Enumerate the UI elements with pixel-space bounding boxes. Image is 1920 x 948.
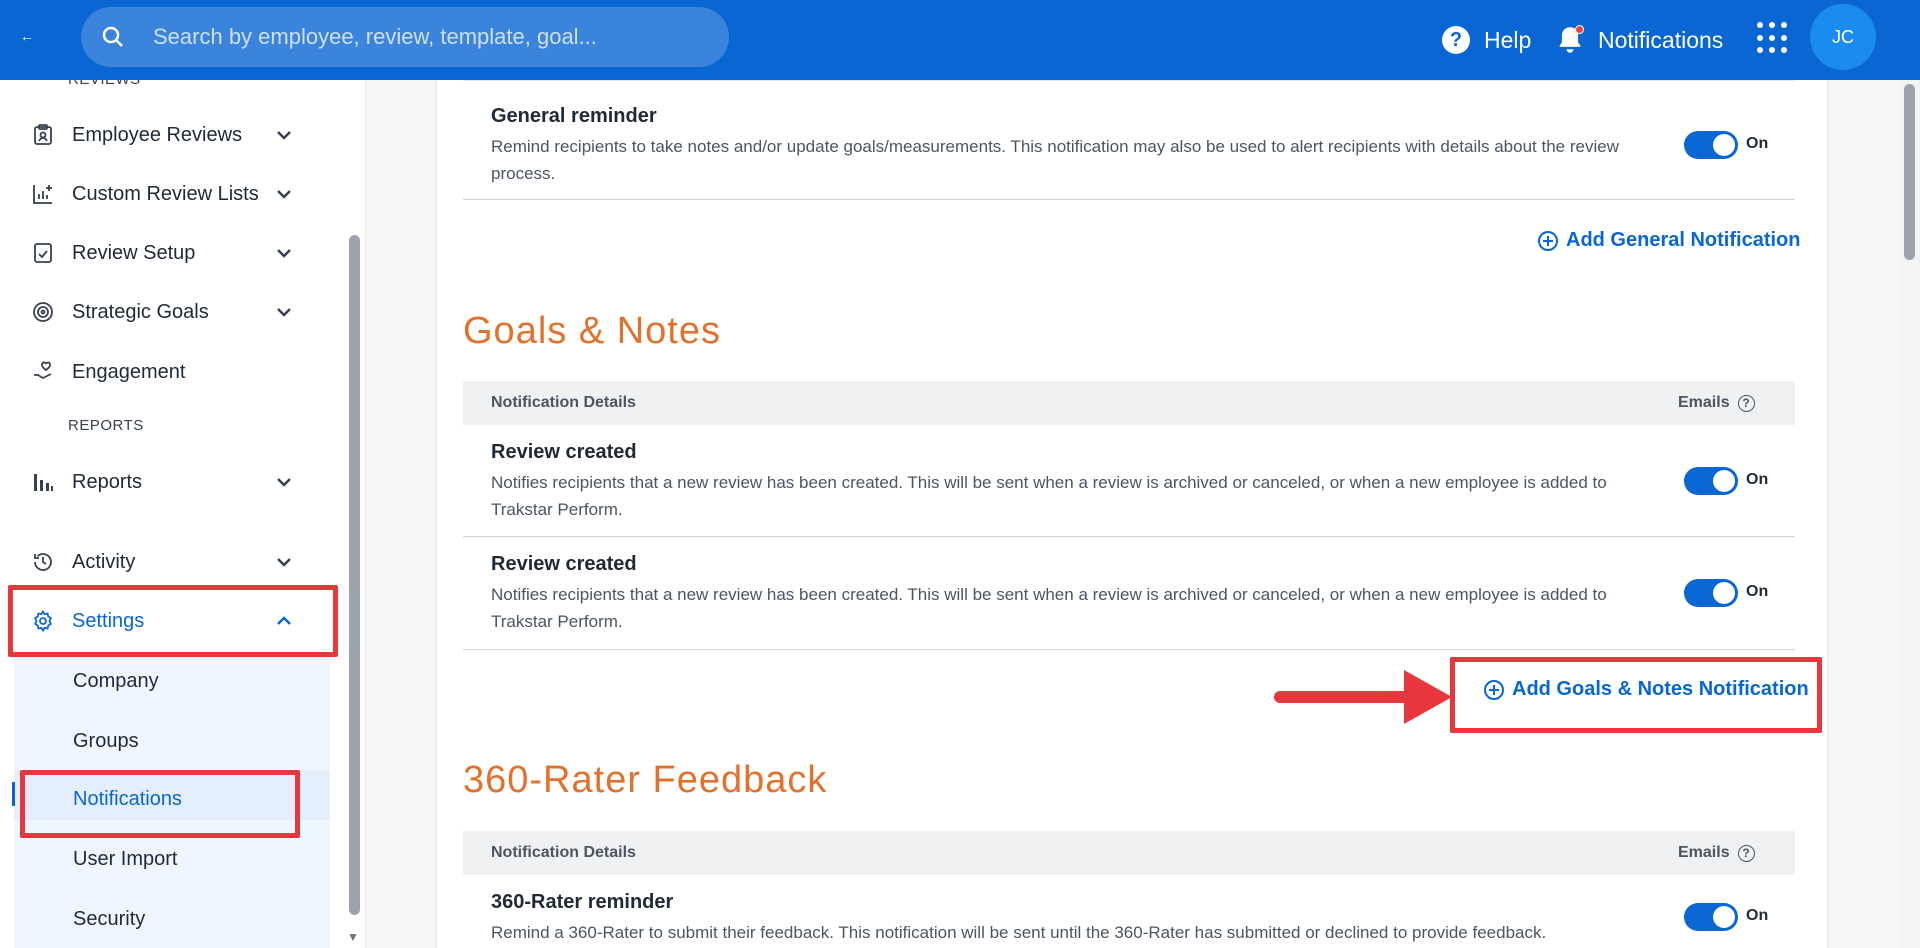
column-header-details: Notification Details	[491, 394, 636, 411]
sidebar-item-label: Reports	[72, 470, 143, 493]
history-icon	[30, 549, 56, 575]
chevron-down-icon[interactable]	[274, 125, 294, 145]
sidebar-subitem-company[interactable]: Company	[73, 670, 159, 693]
notification-toggle[interactable]	[1684, 131, 1738, 159]
scroll-down-arrow-icon[interactable]: ▼	[347, 930, 359, 944]
clipboard-user-icon	[30, 122, 56, 148]
annotation-highlight-add-goals-notes	[1450, 657, 1822, 733]
notification-description: Remind recipients to take notes and/or u…	[491, 137, 1619, 183]
plus-circle-icon	[1538, 230, 1558, 251]
chevron-down-icon[interactable]	[274, 552, 294, 572]
notification-title: Review created	[491, 553, 637, 575]
search-box[interactable]	[81, 7, 729, 67]
top-bar: ← ? Help Notifications JC	[0, 0, 1920, 80]
notification-description: Notifies recipients that a new review ha…	[491, 585, 1607, 631]
sidebar-item-review-setup[interactable]: Review Setup	[30, 231, 310, 275]
search-icon	[102, 26, 123, 47]
sidebar-scrollbar[interactable]	[349, 235, 360, 915]
notification-toggle[interactable]	[1684, 467, 1738, 495]
target-icon	[30, 299, 56, 325]
page-scrollbar[interactable]	[1900, 80, 1920, 948]
add-link-label: Add General Notification	[1566, 229, 1801, 251]
scrollbar-thumb[interactable]	[1904, 84, 1915, 260]
sidebar-item-reports[interactable]: Reports	[30, 460, 310, 504]
sidebar-item-label: Employee Reviews	[72, 123, 243, 146]
table-header-360-rater: Notification Details Emails ?	[463, 831, 1795, 875]
annotation-arrow	[1274, 691, 1424, 703]
annotation-arrow-head	[1404, 670, 1452, 724]
notifications-button[interactable]: Notifications	[1556, 20, 1723, 60]
notification-row-review-created: Review created Notifies recipients that …	[463, 425, 1795, 537]
section-title-360-rater: 360-Rater Feedback	[463, 759, 828, 801]
bell-icon	[1556, 25, 1584, 55]
annotation-highlight-notifications	[20, 770, 300, 838]
avatar[interactable]: JC	[1810, 4, 1876, 70]
sidebar-item-custom-review-lists[interactable]: Custom Review Lists	[30, 172, 310, 216]
toggle-state-label: On	[1746, 471, 1769, 488]
help-button[interactable]: ? Help	[1442, 20, 1531, 60]
submenu-active-indicator	[12, 782, 15, 806]
clipboard-check-icon	[30, 240, 56, 266]
chevron-down-icon[interactable]	[274, 472, 294, 492]
notifications-label: Notifications	[1598, 26, 1724, 53]
sidebar-heading-reviews: REVIEWS	[68, 80, 141, 88]
toggle-state-label: On	[1746, 583, 1769, 600]
notification-description: Remind a 360-Rater to submit their feedb…	[491, 923, 1547, 942]
question-circle-icon[interactable]: ?	[1737, 394, 1755, 412]
chart-plus-icon	[30, 181, 56, 207]
notification-toggle[interactable]	[1684, 903, 1738, 931]
emails-label: Emails	[1678, 394, 1730, 411]
sidebar-item-label: Review Setup	[72, 241, 196, 264]
sidebar-item-label: Engagement	[72, 360, 186, 383]
notification-row-360-rater-reminder: 360-Rater reminder Remind a 360-Rater to…	[463, 875, 1795, 948]
sidebar-subitem-user-import[interactable]: User Import	[73, 848, 177, 871]
notification-dot	[1575, 25, 1584, 34]
notification-title: 360-Rater reminder	[491, 891, 674, 913]
search-input[interactable]	[153, 7, 713, 67]
back-arrow-icon[interactable]: ←	[20, 28, 34, 44]
section-title-goals-notes: Goals & Notes	[463, 310, 721, 352]
notification-description: Notifies recipients that a new review ha…	[491, 473, 1607, 519]
sidebar-item-label: Activity	[72, 550, 136, 573]
add-general-notification-link[interactable]: Add General Notification	[1538, 229, 1800, 252]
emails-label: Emails	[1678, 844, 1730, 861]
question-circle-icon[interactable]: ?	[1737, 844, 1755, 862]
table-header-goals-notes: Notification Details Emails ?	[463, 381, 1795, 425]
help-label: Help	[1484, 26, 1532, 53]
chevron-down-icon[interactable]	[274, 184, 294, 204]
notification-row-review-created: Review created Notifies recipients that …	[463, 537, 1795, 650]
sidebar-item-label: Strategic Goals	[72, 300, 209, 323]
sidebar-subitem-groups[interactable]: Groups	[73, 730, 139, 753]
sidebar-item-strategic-goals[interactable]: Strategic Goals	[30, 290, 310, 334]
toggle-state-label: On	[1746, 135, 1769, 152]
notification-title: General reminder	[491, 105, 657, 127]
notification-row-general-reminder: General reminder Remind recipients to ta…	[463, 80, 1795, 200]
column-header-emails: Emails ?	[1678, 394, 1755, 412]
sidebar-item-employee-reviews[interactable]: Employee Reviews	[30, 113, 310, 157]
chevron-down-icon[interactable]	[274, 302, 294, 322]
sidebar-item-activity[interactable]: Activity	[30, 540, 310, 584]
toggle-state-label: On	[1746, 907, 1769, 924]
column-header-details: Notification Details	[491, 844, 636, 861]
chevron-down-icon[interactable]	[274, 243, 294, 263]
hand-heart-icon	[30, 359, 56, 385]
help-icon: ?	[1442, 26, 1470, 54]
sidebar-subitem-security[interactable]: Security	[73, 908, 145, 931]
sidebar-heading-reports: REPORTS	[68, 417, 144, 434]
sidebar-item-engagement[interactable]: Engagement	[30, 350, 310, 394]
sidebar-item-label: Custom Review Lists	[72, 182, 259, 205]
bar-chart-icon	[30, 469, 56, 495]
annotation-highlight-settings	[8, 585, 338, 657]
app-grid-icon[interactable]	[1757, 22, 1789, 54]
notification-title: Review created	[491, 441, 637, 463]
column-header-emails: Emails ?	[1678, 844, 1755, 862]
notification-toggle[interactable]	[1684, 579, 1738, 607]
